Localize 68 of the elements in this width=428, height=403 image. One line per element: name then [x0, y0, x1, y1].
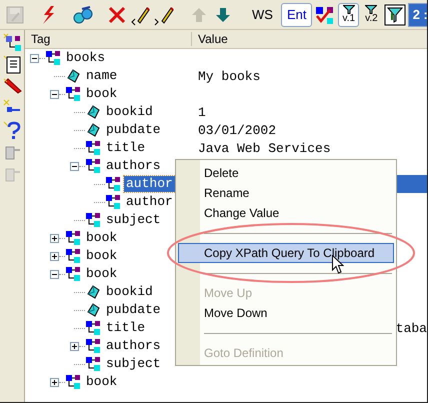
- node-icon: [85, 158, 101, 174]
- menu-item[interactable]: Copy XPath Query To Clipboard: [178, 243, 394, 263]
- node-icon: [65, 248, 81, 264]
- node-icon: [45, 50, 61, 66]
- node-label[interactable]: subject: [104, 356, 163, 372]
- toolbar-button[interactable]: WS: [246, 2, 279, 26]
- value-text: taba: [396, 320, 427, 336]
- gem-icon: [85, 104, 101, 120]
- menu-item[interactable]: Change Value: [178, 203, 394, 223]
- node-label[interactable]: pubdate: [104, 122, 163, 138]
- view-tab[interactable]: 2 :: [408, 2, 427, 26]
- column-header-cell[interactable]: Value: [192, 32, 228, 46]
- node-label[interactable]: book: [84, 248, 120, 264]
- funnel-icon: [365, 5, 378, 14]
- node-icon: [105, 194, 121, 210]
- expand-icon[interactable]: [50, 234, 59, 242]
- node-icon: [85, 338, 101, 354]
- node-label[interactable]: book: [84, 374, 120, 390]
- node-label[interactable]: title: [104, 140, 148, 156]
- binoculars-icon[interactable]: [72, 4, 94, 26]
- gem-icon: [85, 302, 101, 318]
- collapse-icon[interactable]: [30, 54, 39, 62]
- node-icon: [65, 230, 81, 246]
- node-label[interactable]: pubdate: [104, 302, 163, 318]
- collapse-icon[interactable]: [50, 90, 59, 98]
- expand-icon[interactable]: [70, 342, 79, 350]
- node-label[interactable]: bookid: [104, 284, 155, 300]
- toggle-button[interactable]: Ent: [280, 2, 312, 26]
- funnel-icon: [342, 5, 355, 14]
- expand-icon[interactable]: [50, 378, 59, 386]
- node-label[interactable]: book: [84, 86, 120, 102]
- node-icon: [65, 266, 81, 282]
- expand-icon[interactable]: [50, 252, 59, 260]
- node-label[interactable]: book: [84, 230, 120, 246]
- node-label[interactable]: title: [104, 320, 148, 336]
- node-label[interactable]: bookid: [104, 104, 155, 120]
- node-icon: [85, 140, 101, 156]
- value-text: 03/01/2002: [198, 122, 276, 138]
- gem-icon: [85, 122, 101, 138]
- menu-item[interactable]: Move Down: [178, 303, 394, 323]
- document-icon[interactable]: [2, 54, 22, 74]
- help-icon[interactable]: [2, 120, 22, 140]
- node-label[interactable]: book: [84, 266, 120, 282]
- node-label[interactable]: author: [124, 194, 175, 210]
- column-header-cell[interactable]: Tag: [25, 32, 192, 46]
- filter-button[interactable]: v.2: [361, 2, 382, 26]
- node-label[interactable]: subject: [104, 212, 163, 228]
- value-text: My books: [198, 68, 260, 84]
- filter-button[interactable]: v.1: [338, 2, 360, 26]
- node-label[interactable]: books: [64, 50, 108, 66]
- collapse-icon[interactable]: [70, 162, 79, 170]
- gem-icon: [85, 284, 101, 300]
- value-text: Java Web Services: [198, 140, 331, 156]
- node-icon: [65, 374, 81, 390]
- sparkle-tree-icon[interactable]: [2, 32, 22, 52]
- value-text: 1: [198, 104, 206, 120]
- node-label[interactable]: authors: [104, 158, 163, 174]
- gem-icon: [65, 68, 81, 84]
- node-icon: [105, 176, 121, 192]
- collapse-icon[interactable]: [50, 270, 59, 278]
- crayon-icon[interactable]: [2, 76, 22, 96]
- funnel-box-icon[interactable]: [384, 4, 406, 26]
- node-label[interactable]: name: [84, 68, 120, 84]
- node-icon: [65, 86, 81, 102]
- node-icon: [85, 320, 101, 336]
- node-label[interactable]: authors: [104, 338, 163, 354]
- node-icon: [85, 212, 101, 228]
- node-icon: [85, 356, 101, 372]
